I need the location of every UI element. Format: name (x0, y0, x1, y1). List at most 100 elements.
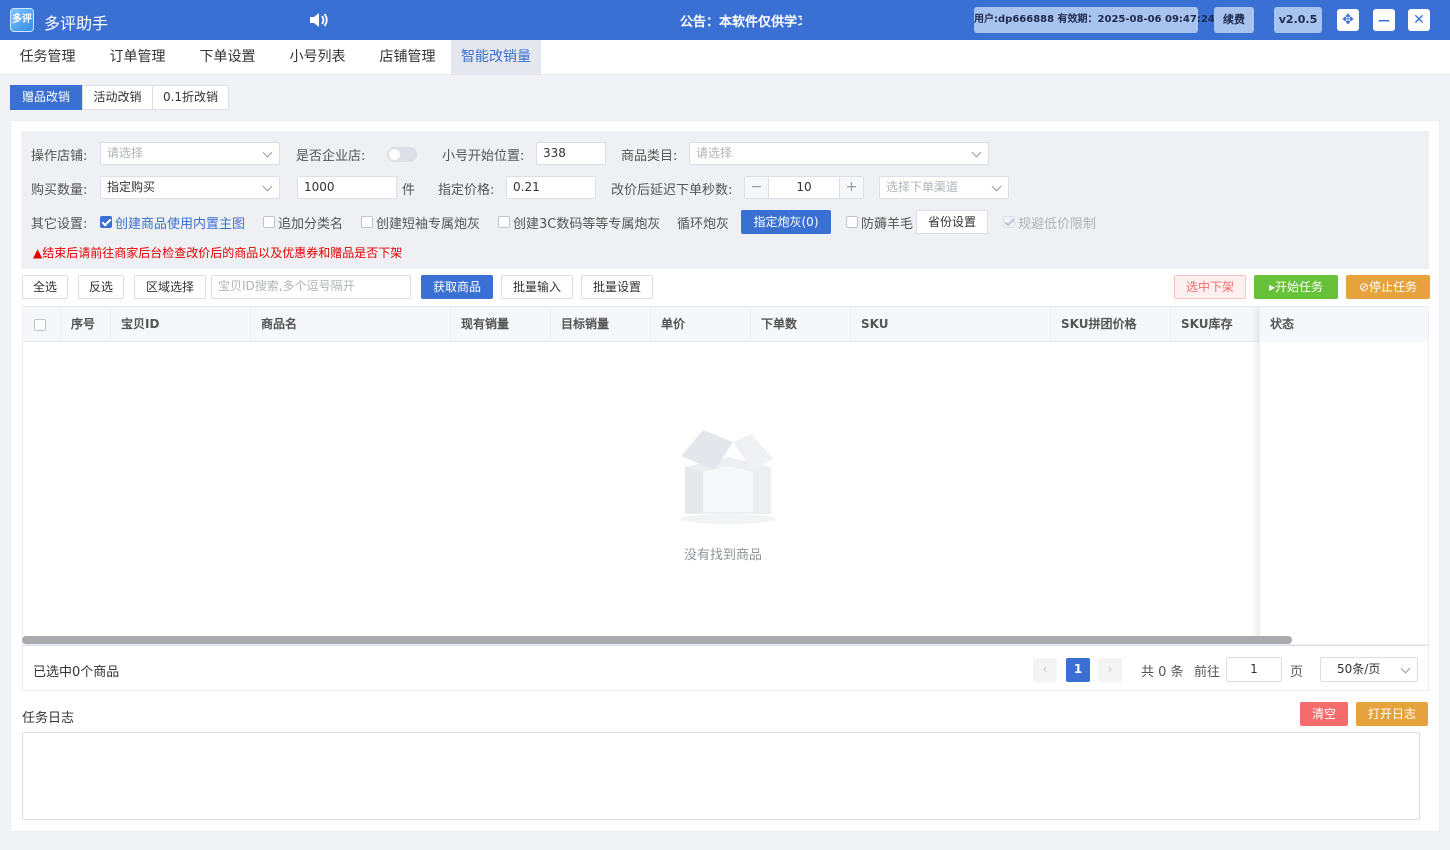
qty-input[interactable]: 1000 (297, 176, 397, 199)
menu-task-management[interactable]: 任务管理 (5, 40, 90, 75)
page-size-select[interactable]: 50条/页 (1320, 657, 1418, 682)
speaker-icon[interactable] (308, 10, 330, 30)
close-button[interactable]: ✕ (1408, 9, 1430, 31)
buy-mode-select[interactable]: 指定购买 (100, 176, 280, 199)
chevron-down-icon (971, 147, 982, 158)
channel-select[interactable]: 选择下单渠道 (879, 176, 1009, 199)
col-sku-group-price: SKU拼团价格 (1051, 307, 1171, 342)
pagination-bar: 已选中0个商品 ‹ 1 › 共 0 条 前往 1 页 50条/页 (22, 645, 1429, 691)
tab-gift-sales[interactable]: 赠品改销 (10, 85, 82, 110)
batch-settings-button[interactable]: 批量设置 (581, 275, 653, 299)
total-count: 共 0 条 (1141, 665, 1184, 680)
low-price-checkbox (1003, 216, 1015, 228)
unlist-selected-button[interactable]: 选中下架 (1174, 275, 1246, 299)
delay-value: 10 (796, 180, 812, 194)
qty-unit: 件 (402, 183, 416, 198)
stepper-minus-button[interactable]: − (745, 177, 769, 198)
price-input[interactable]: 0.21 (506, 176, 596, 199)
notice-marquee: 公告：本软件仅供学习交流使用 (680, 15, 802, 30)
3c-label[interactable]: 创建3C数码等等专属炮灰 (513, 213, 660, 232)
version-button[interactable]: v2.0.5 (1274, 7, 1322, 33)
empty-box-icon (680, 430, 776, 524)
col-index: 序号 (61, 307, 111, 342)
tab-activity-sales[interactable]: 活动改销 (82, 85, 153, 110)
short-sleeve-checkbox[interactable] (361, 216, 373, 228)
3c-checkbox[interactable] (498, 216, 510, 228)
delay-stepper[interactable]: − 10 + (744, 176, 864, 199)
price-label: 指定价格: (438, 183, 495, 198)
move-icon[interactable]: ✥ (1337, 9, 1359, 31)
other-settings-label: 其它设置: (31, 217, 88, 232)
menu-store-management[interactable]: 店铺管理 (365, 40, 450, 75)
buy-qty-label: 购买数量: (31, 183, 88, 198)
menu-order-management[interactable]: 订单管理 (95, 40, 180, 75)
id-search-input[interactable]: 宝贝ID搜索,多个逗号隔开 (211, 275, 411, 299)
anti-abuse-checkbox[interactable] (846, 216, 858, 228)
goto-label: 前往 (1194, 665, 1221, 680)
app-logo: 多评 (10, 8, 34, 32)
task-log-title: 任务日志 (22, 711, 75, 726)
add-category-checkbox[interactable] (263, 216, 275, 228)
store-label: 操作店铺: (31, 149, 88, 164)
title-bar: 多评 多评助手 公告：本软件仅供学习交流使用 用户:dp666888 有效期：2… (0, 0, 1450, 40)
tab-discount-sales[interactable]: 0.1折改销 (152, 85, 229, 110)
enterprise-toggle[interactable] (387, 147, 417, 162)
table-header: 序号 宝贝ID 商品名 现有销量 目标销量 单价 下单数 SKU SKU拼团价格… (23, 307, 1428, 342)
col-sku-stock: SKU库存 (1171, 307, 1261, 342)
region-select-button[interactable]: 区域选择 (134, 275, 206, 299)
next-page-button[interactable]: › (1098, 658, 1122, 682)
warning-text: ▲结束后请前往商家后台检查改价后的商品以及优惠券和赠品是否下架 (33, 246, 403, 260)
page-unit-label: 页 (1290, 665, 1304, 680)
page-1-button[interactable]: 1 (1066, 658, 1090, 682)
status-fixed-column: 状态 (1259, 307, 1428, 644)
anti-abuse-label[interactable]: 防薅羊毛 (861, 213, 913, 232)
category-select[interactable]: 请选择 (689, 142, 989, 165)
start-position-label: 小号开始位置: (442, 149, 525, 164)
province-settings-button[interactable]: 省份设置 (916, 210, 988, 234)
low-price-label: 规避低价限制 (1018, 217, 1097, 232)
empty-state-text: 没有找到商品 (683, 548, 762, 563)
col-item-id: 宝贝ID (111, 307, 251, 342)
main-image-checkbox[interactable] (100, 216, 112, 228)
assign-fodder-button[interactable]: 指定炮灰(0) (741, 210, 831, 234)
minimize-button[interactable]: — (1373, 9, 1395, 31)
category-label: 商品类目: (621, 149, 678, 164)
loop-label: 循环炮灰 (677, 217, 730, 232)
main-image-label[interactable]: 创建商品使用内置主图 (115, 213, 245, 232)
col-target-sales: 目标销量 (551, 307, 651, 342)
header-checkbox-cell (23, 307, 61, 342)
app-title: 多评助手 (44, 14, 109, 33)
menu-order-settings[interactable]: 下单设置 (185, 40, 270, 75)
start-position-input[interactable]: 338 (536, 142, 606, 165)
col-status: 状态 (1260, 307, 1428, 342)
invert-selection-button[interactable]: 反选 (78, 275, 124, 299)
add-category-label[interactable]: 追加分类名 (278, 213, 343, 232)
batch-input-button[interactable]: 批量输入 (501, 275, 573, 299)
open-log-button[interactable]: 打开日志 (1356, 702, 1428, 726)
col-current-sales: 现有销量 (451, 307, 551, 342)
clear-log-button[interactable]: 清空 (1300, 702, 1348, 726)
stepper-plus-button[interactable]: + (839, 177, 863, 198)
main-menu: 任务管理 订单管理 下单设置 小号列表 店铺管理 智能改销量 (0, 40, 1450, 75)
store-select[interactable]: 请选择 (100, 142, 280, 165)
delay-label: 改价后延迟下单秒数: (611, 183, 733, 198)
goto-page-input[interactable]: 1 (1226, 657, 1282, 682)
chevron-down-icon (1400, 663, 1411, 674)
menu-smart-sales[interactable]: 智能改销量 (451, 40, 541, 75)
chevron-down-icon (262, 181, 273, 192)
select-all-button[interactable]: 全选 (22, 275, 68, 299)
task-log-area[interactable] (22, 732, 1420, 820)
select-all-checkbox[interactable] (34, 319, 46, 331)
stop-task-button[interactable]: ⊘停止任务 (1346, 275, 1430, 299)
main-panel: 操作店铺: 请选择 是否企业店: 小号开始位置: 338 商品类目: 请选择 购… (10, 120, 1440, 832)
start-task-button[interactable]: ▸开始任务 (1254, 275, 1338, 299)
menu-account-list[interactable]: 小号列表 (275, 40, 360, 75)
col-order-count: 下单数 (751, 307, 851, 342)
prev-page-button[interactable]: ‹ (1033, 658, 1057, 682)
fetch-products-button[interactable]: 获取商品 (421, 275, 493, 299)
renew-button[interactable]: 续费 (1214, 7, 1254, 33)
short-sleeve-label[interactable]: 创建短袖专属炮灰 (376, 213, 480, 232)
chevron-down-icon (991, 181, 1002, 192)
table-horizontal-scrollbar[interactable] (22, 636, 1292, 644)
product-table: 序号 宝贝ID 商品名 现有销量 目标销量 单价 下单数 SKU SKU拼团价格… (22, 306, 1429, 645)
